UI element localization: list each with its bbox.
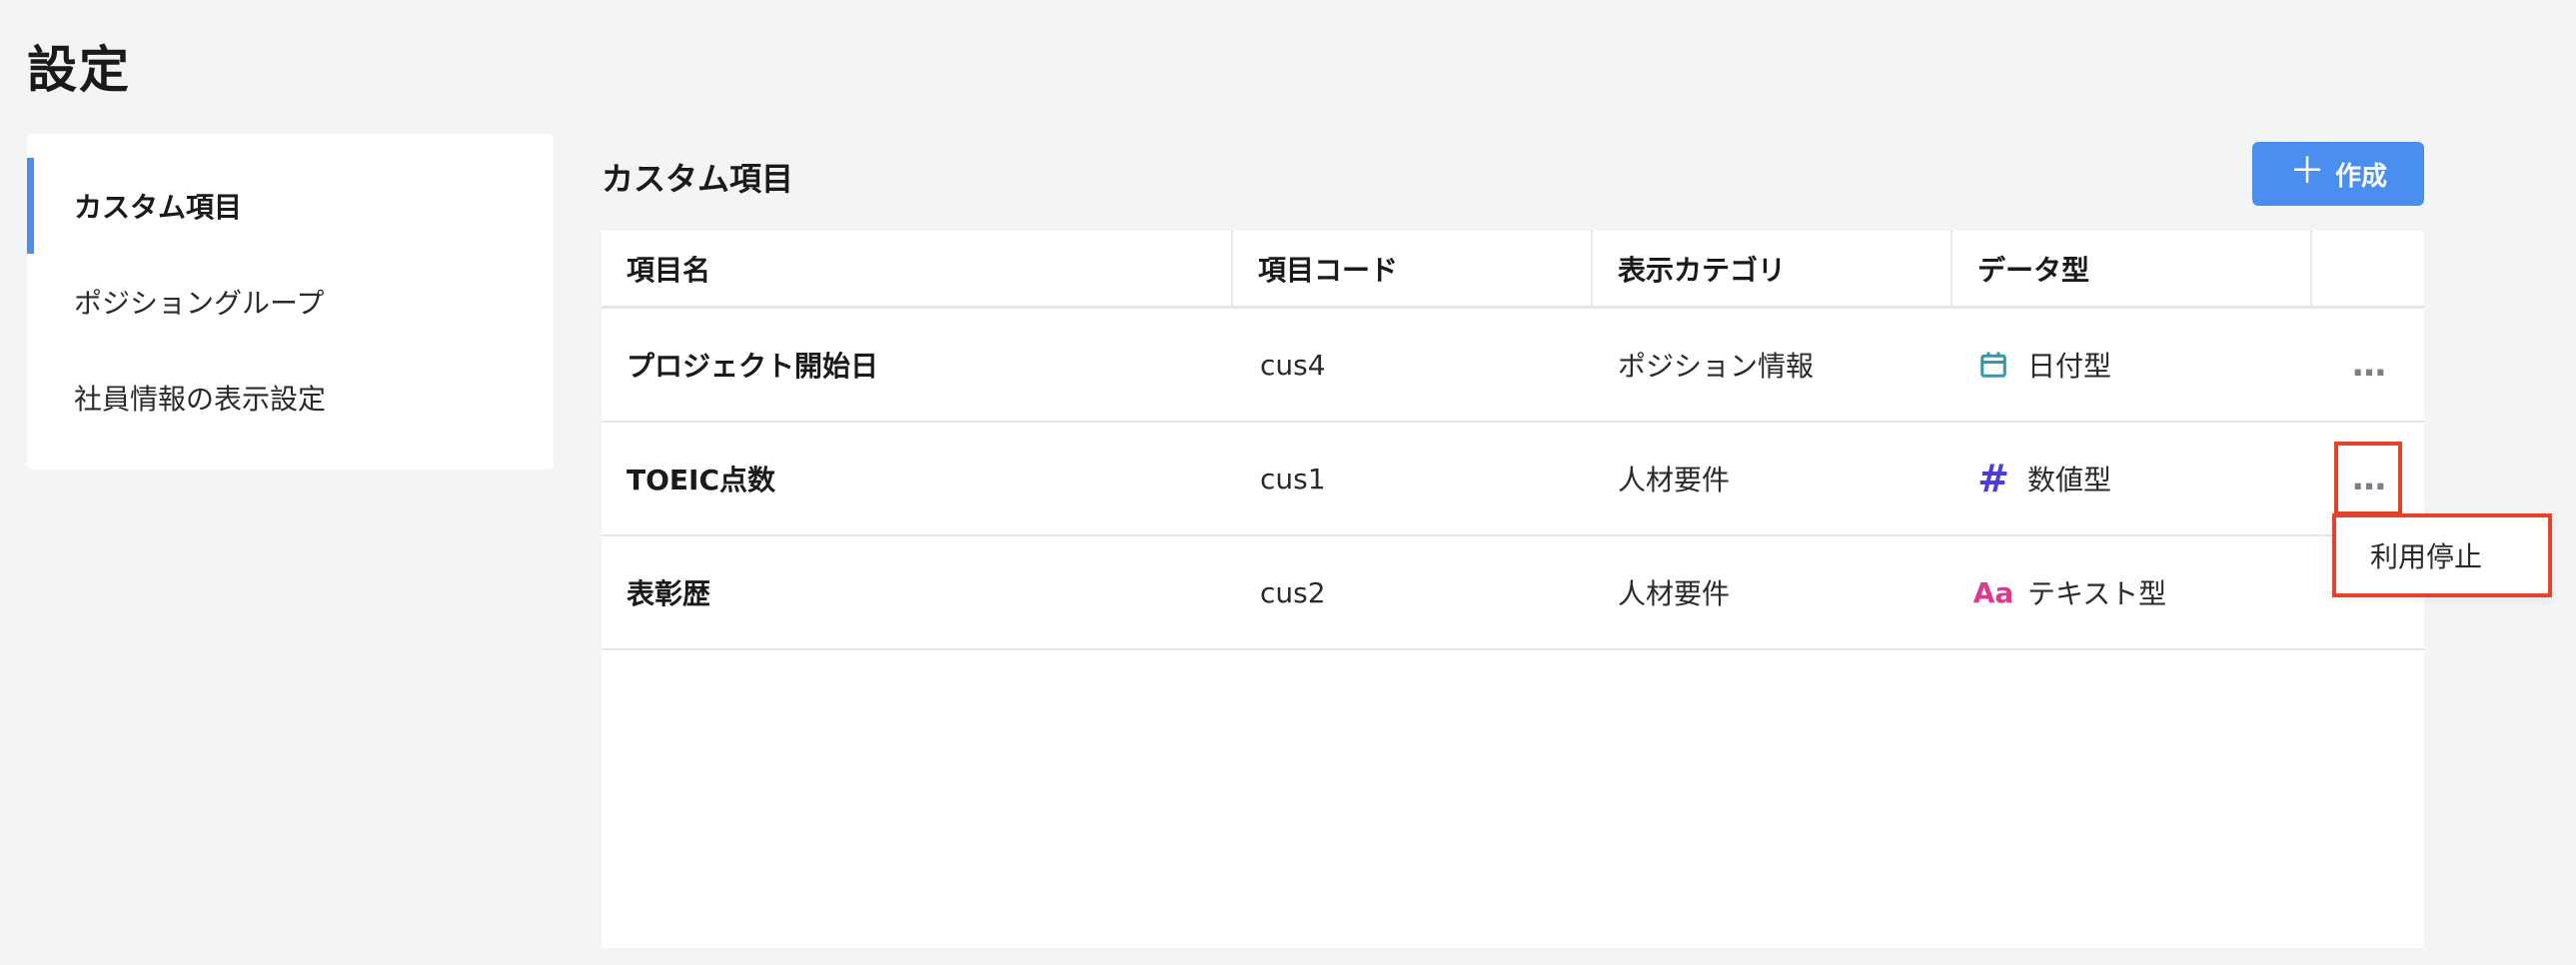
column-header-actions [2312, 231, 2424, 306]
field-category: ポジション情報 [1618, 350, 1815, 383]
menu-item-disable[interactable]: 利用停止 [2370, 535, 2482, 575]
sidebar-item-label: 社員情報の表示設定 [74, 383, 327, 416]
field-category: 人材要件 [1618, 577, 1731, 610]
field-name: プロジェクト開始日 [627, 350, 879, 383]
row-context-menu: 利用停止 [2332, 513, 2552, 597]
sidebar-item-label: ポジショングループ [74, 287, 325, 320]
settings-sidebar: カスタム項目 ポジショングループ 社員情報の表示設定 [27, 134, 554, 470]
field-data-type: # 数値型 [1952, 423, 2312, 534]
more-options-icon[interactable]: … [2334, 442, 2402, 515]
sidebar-item-employee-display[interactable]: 社員情報の表示設定 [27, 350, 554, 446]
sidebar-item-position-groups[interactable]: ポジショングループ [27, 254, 554, 350]
data-type-label: テキスト型 [2027, 577, 2167, 610]
plus-icon: ＋ [2288, 151, 2325, 192]
field-code: cus4 [1260, 348, 1326, 382]
sidebar-item-label: カスタム項目 [74, 191, 243, 224]
field-code: cus1 [1260, 462, 1326, 495]
field-name: TOEIC点数 [627, 464, 775, 496]
section-title: カスタム項目 [602, 160, 794, 198]
field-name: 表彰歴 [627, 577, 711, 610]
field-data-type: Aa テキスト型 [1952, 536, 2312, 648]
custom-fields-table: 項目名 項目コード 表示カテゴリ データ型 プロジェクト開始日 cus4 ポジシ… [602, 231, 2424, 948]
column-header-name: 項目名 [602, 231, 1233, 306]
data-type-label: 日付型 [2027, 350, 2112, 383]
more-options-icon[interactable]: … [2338, 332, 2398, 398]
column-header-code: 項目コード [1233, 231, 1593, 306]
table-header: 項目名 項目コード 表示カテゴリ データ型 [602, 231, 2424, 309]
page-title: 設定 [27, 41, 131, 99]
create-button[interactable]: ＋ 作成 [2252, 142, 2424, 206]
column-header-category: 表示カテゴリ [1593, 231, 1952, 306]
field-category: 人材要件 [1618, 464, 1731, 496]
field-data-type: 日付型 [1952, 309, 2312, 421]
data-type-label: 数値型 [2027, 464, 2112, 496]
create-button-label: 作成 [2335, 161, 2388, 192]
column-header-data-type: データ型 [1952, 231, 2312, 306]
sidebar-item-custom-fields[interactable]: カスタム項目 [27, 158, 554, 254]
hash-icon: # [1977, 457, 2009, 500]
field-code: cus2 [1260, 575, 1326, 609]
table-row: 表彰歴 cus2 人材要件 Aa テキスト型 [602, 536, 2424, 650]
table-row: TOEIC点数 cus1 人材要件 # 数値型 … [602, 423, 2424, 536]
row-actions-cell: … [2312, 309, 2424, 421]
text-aa-icon: Aa [1972, 575, 2014, 609]
table-row: プロジェクト開始日 cus4 ポジション情報 日付型 … [602, 309, 2424, 423]
calendar-icon [1977, 350, 2009, 380]
